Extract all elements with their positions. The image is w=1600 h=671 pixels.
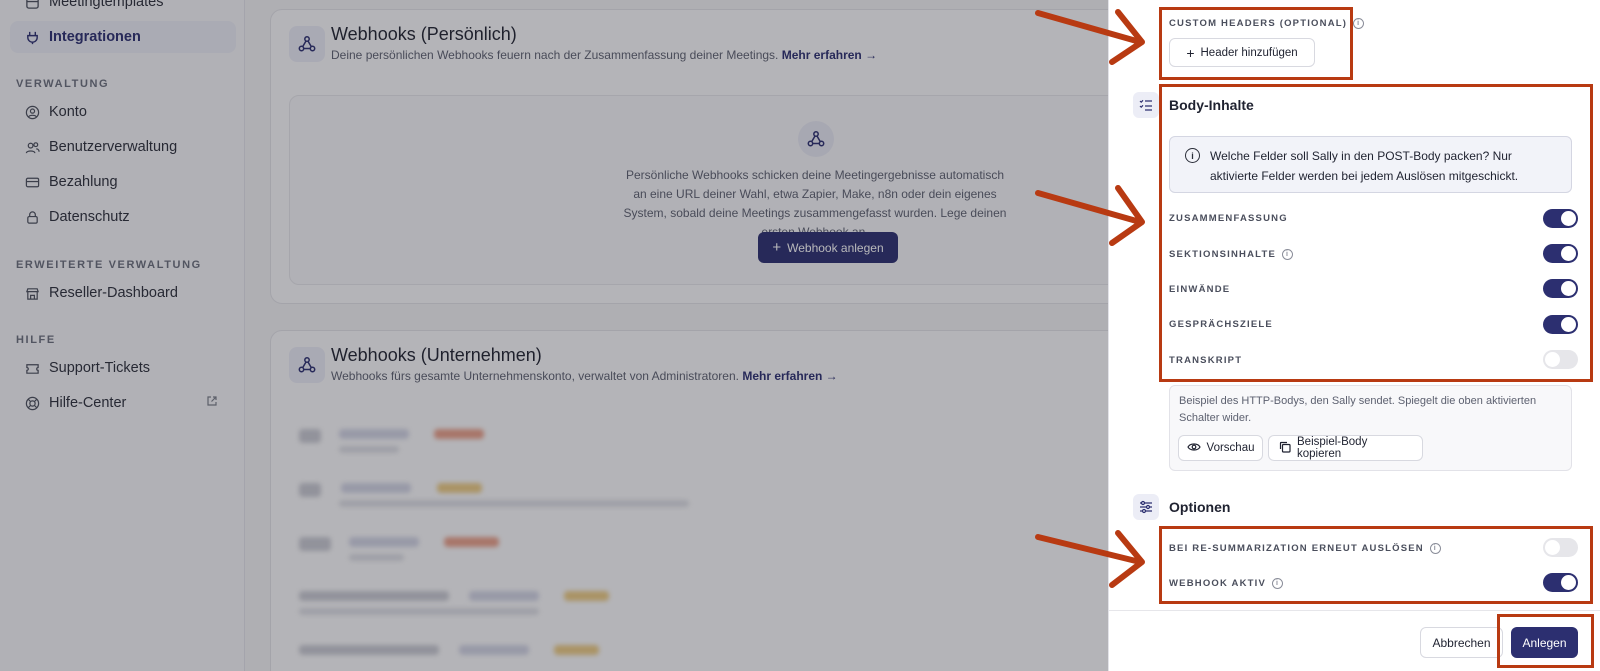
- toggle-knob: [1545, 540, 1560, 555]
- eye-icon: [1186, 442, 1201, 455]
- toggle-knob: [1561, 246, 1576, 261]
- preview-button[interactable]: Vorschau: [1178, 435, 1263, 461]
- checklist-icon: [1133, 92, 1159, 118]
- field-zusammenfassung-label: ZUSAMMENFASSUNG: [1169, 213, 1288, 224]
- plus-icon: +: [1186, 44, 1195, 61]
- example-body-text: Beispiel des HTTP-Bodys, den Sally sende…: [1179, 395, 1537, 424]
- info-icon[interactable]: i: [1353, 18, 1365, 29]
- body-section-title: Body-Inhalte: [1169, 97, 1254, 113]
- toggle-webhook-aktiv[interactable]: [1543, 573, 1578, 592]
- option-label: WEBHOOK AKTIV: [1169, 578, 1267, 589]
- toggle-knob: [1561, 317, 1576, 332]
- body-info-box: i Welche Felder soll Sally in den POST-B…: [1169, 136, 1572, 193]
- preview-label: Vorschau: [1206, 442, 1255, 454]
- toggle-knob: [1561, 575, 1576, 590]
- field-label: GESPRÄCHSZIELE: [1169, 319, 1273, 330]
- options-section-title: Optionen: [1169, 499, 1231, 515]
- toggle-resummarization[interactable]: [1543, 538, 1578, 557]
- cancel-button[interactable]: Abbrechen: [1420, 627, 1503, 658]
- copy-example-body-button[interactable]: Beispiel-Body kopieren: [1268, 435, 1423, 461]
- field-label: ZUSAMMENFASSUNG: [1169, 213, 1288, 224]
- toggle-zusammenfassung[interactable]: [1543, 209, 1578, 228]
- add-header-button[interactable]: + Header hinzufügen: [1169, 38, 1315, 67]
- webhook-drawer: CUSTOM HEADERS (OPTIONAL) i + Header hin…: [1108, 0, 1600, 671]
- copy-example-label: Beispiel-Body kopieren: [1297, 436, 1368, 460]
- custom-headers-label: CUSTOM HEADERS (OPTIONAL) i: [1169, 18, 1365, 29]
- copy-icon: [1279, 441, 1291, 456]
- example-body-box: Beispiel des HTTP-Bodys, den Sally sende…: [1169, 385, 1572, 471]
- create-button[interactable]: Anlegen: [1511, 627, 1578, 658]
- modal-overlay[interactable]: [0, 0, 1108, 671]
- field-label: SEKTIONSINHALTE: [1169, 249, 1277, 260]
- sliders-icon: [1133, 494, 1159, 520]
- toggle-transkript[interactable]: [1543, 350, 1578, 369]
- body-info-text: Welche Felder soll Sally in den POST-Bod…: [1210, 149, 1519, 183]
- toggle-knob: [1561, 281, 1576, 296]
- toggle-gespraechsziele[interactable]: [1543, 315, 1578, 334]
- option-resummarization-label: BEI RE-SUMMARIZATION ERNEUT AUSLÖSEN i: [1169, 543, 1441, 554]
- info-icon[interactable]: i: [1429, 543, 1441, 554]
- option-label: BEI RE-SUMMARIZATION ERNEUT AUSLÖSEN: [1169, 543, 1424, 554]
- option-webhook-aktiv-label: WEBHOOK AKTIV i: [1169, 578, 1284, 589]
- field-einwaende-label: EINWÄNDE: [1169, 284, 1230, 295]
- toggle-knob: [1545, 352, 1560, 367]
- info-icon[interactable]: i: [1272, 578, 1284, 589]
- field-sektionsinhalte-label: SEKTIONSINHALTE i: [1169, 249, 1294, 260]
- field-gespraechsziele-label: GESPRÄCHSZIELE: [1169, 319, 1273, 330]
- field-label: TRANSKRIPT: [1169, 355, 1243, 366]
- custom-headers-text: CUSTOM HEADERS (OPTIONAL): [1169, 18, 1348, 29]
- toggle-knob: [1561, 211, 1576, 226]
- info-icon[interactable]: i: [1282, 249, 1294, 260]
- toggle-sektionsinhalte[interactable]: [1543, 244, 1578, 263]
- toggle-einwaende[interactable]: [1543, 279, 1578, 298]
- add-header-label: Header hinzufügen: [1200, 46, 1298, 59]
- field-label: EINWÄNDE: [1169, 284, 1231, 295]
- info-icon: i: [1185, 148, 1200, 163]
- footer-divider: [1109, 610, 1600, 611]
- field-transkript-label: TRANSKRIPT: [1169, 355, 1242, 366]
